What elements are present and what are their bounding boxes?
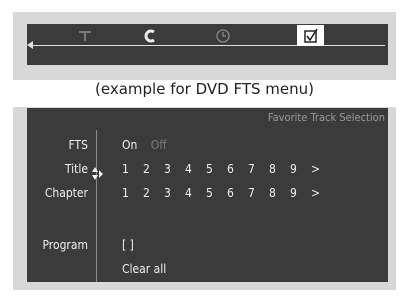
caption: (example for DVD FTS menu) — [95, 80, 314, 98]
fts-label: FTS — [68, 138, 88, 152]
tab-fts[interactable] — [297, 25, 324, 46]
program-slot[interactable]: [ ] — [122, 238, 134, 252]
title-number[interactable]: 9 — [290, 162, 311, 176]
chapter-number-list: 1 2 3 4 5 6 7 8 9 > — [122, 186, 332, 200]
chapter-number[interactable]: 7 — [248, 186, 269, 200]
checkbox-icon — [303, 28, 318, 43]
title-number[interactable]: 8 — [269, 162, 290, 176]
chapter-number[interactable]: 9 — [290, 186, 311, 200]
divider — [96, 130, 97, 282]
title-number[interactable]: 2 — [143, 162, 164, 176]
fts-toggle[interactable]: On Off — [122, 138, 167, 152]
fts-on-option[interactable]: On — [122, 138, 137, 152]
chapter-number[interactable]: 1 — [122, 186, 143, 200]
chapter-number[interactable]: 4 — [185, 186, 206, 200]
title-icon — [79, 30, 91, 41]
title-number[interactable]: 7 — [248, 162, 269, 176]
chapter-next-arrow[interactable]: > — [311, 186, 332, 200]
chapter-number[interactable]: 2 — [143, 186, 164, 200]
title-number[interactable]: 3 — [164, 162, 185, 176]
program-label: Program — [42, 238, 89, 252]
tab-time[interactable] — [210, 25, 236, 46]
chapter-icon — [144, 29, 155, 42]
chapter-label: Chapter — [44, 186, 88, 200]
up-down-arrow-icon — [92, 167, 103, 180]
chapter-number[interactable]: 3 — [164, 186, 185, 200]
title-number-list: 1 2 3 4 5 6 7 8 9 > — [122, 162, 332, 176]
chapter-number[interactable]: 5 — [206, 186, 227, 200]
title-label: Title — [64, 162, 88, 176]
chapter-number[interactable]: 6 — [227, 186, 248, 200]
fts-off-option[interactable]: Off — [151, 138, 167, 152]
title-number[interactable]: 4 — [185, 162, 206, 176]
title-next-arrow[interactable]: > — [311, 162, 332, 176]
title-number[interactable]: 1 — [122, 162, 143, 176]
chapter-number[interactable]: 8 — [269, 186, 290, 200]
tab-bar — [27, 24, 388, 65]
tab-chapter[interactable] — [139, 25, 163, 46]
fts-menu: Favorite Track Selection FTS On Off Titl… — [27, 108, 388, 282]
tab-title[interactable] — [73, 25, 97, 46]
fts-header: Favorite Track Selection — [267, 111, 385, 124]
title-number[interactable]: 5 — [206, 162, 227, 176]
clear-all-button[interactable]: Clear all — [122, 262, 166, 276]
title-number[interactable]: 6 — [227, 162, 248, 176]
clock-icon — [216, 28, 230, 43]
